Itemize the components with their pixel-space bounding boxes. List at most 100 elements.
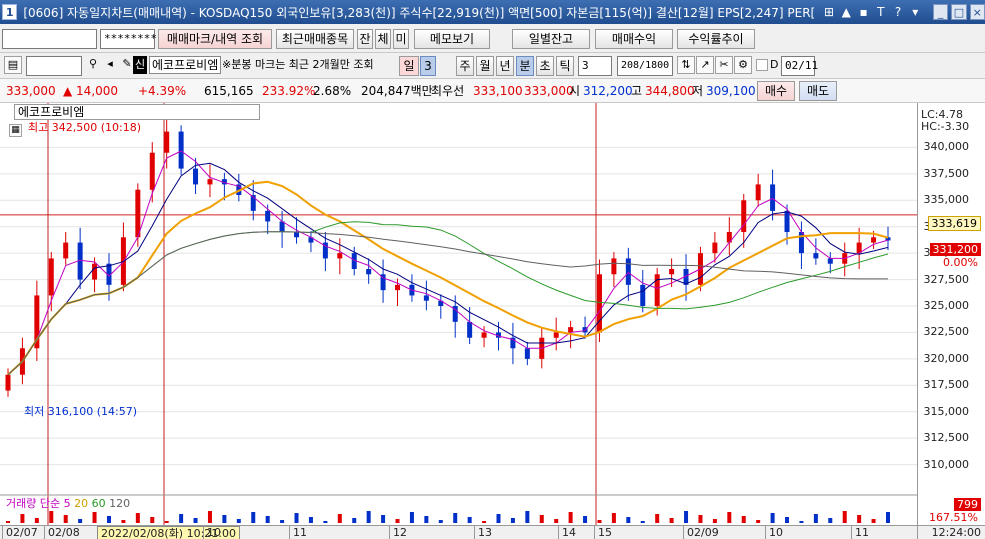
candle-body [193,168,199,185]
return-trend-button[interactable]: 수익률추이 [677,29,755,49]
candle-body [423,295,429,301]
stock-code-input[interactable] [26,56,82,76]
grid-icon[interactable]: ▦ [9,124,22,137]
date-checkbox[interactable] [756,59,768,71]
volume: 615,165 [204,84,254,98]
volume-bar [568,512,573,523]
chart-type-icon[interactable]: ▤ [4,56,22,74]
volume-ma60-legend: 60 [91,497,106,510]
volume-bar [323,521,328,523]
password-field[interactable]: ******** [100,29,157,49]
candle-body [553,332,559,338]
volume-bar [857,515,862,523]
price-change: ▲ 14,000 [63,84,119,98]
scissors-icon[interactable]: ✂ [715,56,733,74]
tab-unexecuted[interactable]: 미 [393,29,409,49]
candle-icon[interactable]: ⇅ [677,56,695,74]
data-count[interactable]: 208/1800 [617,56,673,76]
volume-bar [207,511,212,523]
period-day[interactable]: 일 [399,56,419,76]
square-icon[interactable]: ▪ [856,4,871,20]
period-week[interactable]: 주 [456,56,474,76]
volume-bar [467,517,472,523]
stock-toolbar: ▤ ⚲ ◂ ✎ 신 에코프로비엠 ※분봉 마크는 최근 2개월만 조회 일 3 … [0,53,985,79]
x-tick-label: 15 [594,526,612,539]
daily-balance-button[interactable]: 일별잔고 [512,29,590,49]
y-tick-label: 337,500 [923,166,970,180]
candle-body [366,269,372,275]
volume-legend: 거래량 단순 5 20 60 120 [6,495,130,511]
volume-bar [525,511,530,523]
price-chart[interactable] [0,103,917,525]
tab-executed[interactable]: 체 [375,29,391,49]
help-icon[interactable]: ? [890,4,905,20]
candle-body [827,258,833,264]
stock-name[interactable]: 에코프로비엠 [149,56,222,74]
volume-bar [539,515,544,523]
y-tick-label: 335,000 [923,193,970,207]
volume-bar [597,520,602,523]
candle-body [568,327,574,333]
period-tick[interactable]: 틱 [556,56,574,76]
high-label: 고 [631,84,643,98]
zoom-icon[interactable]: ↗ [696,56,714,74]
candle-body [135,189,141,238]
buy-button[interactable]: 매수 [757,81,795,101]
dropdown-icon[interactable]: ▾ [908,4,923,20]
quote-bar: 333,000 ▲ 14,000 +4.39% 615,165 233.92% … [0,79,985,103]
volume-bar [6,521,10,523]
volume-bar [799,521,804,523]
recent-items-button[interactable]: 최근매매종목 [276,29,354,49]
maximize-button[interactable]: □ [951,4,967,20]
minimize-button[interactable]: _ [932,4,949,20]
memo-button[interactable]: 메모보기 [414,29,490,49]
volume-bar [712,519,717,523]
font-icon[interactable]: T [873,4,888,20]
x-tick-label: 12 [389,526,407,539]
volume-bar [395,519,400,523]
period-day-count[interactable]: 3 [420,56,436,76]
candle-body [149,152,155,190]
settings-icon[interactable]: ⚙ [734,56,752,74]
volume-bar [482,521,487,523]
volume-bar [366,511,371,523]
candle-body [813,253,819,259]
period-minute[interactable]: 분 [516,56,534,76]
layout-icon[interactable]: ⊞ [821,4,836,20]
volume-bar [886,512,890,523]
candle-body [164,131,170,153]
period-year[interactable]: 년 [496,56,514,76]
tab-balance[interactable]: 잔 [357,29,373,49]
volume-bar [626,517,631,523]
chart-area[interactable] [0,103,985,539]
volume-bar [121,520,126,523]
speaker-icon[interactable]: ◂ [101,56,119,74]
sell-button[interactable]: 매도 [799,81,837,101]
account-input[interactable] [2,29,97,49]
volume-bar [294,513,299,523]
period-month[interactable]: 월 [476,56,494,76]
search-icon[interactable]: ⚲ [84,56,102,74]
candle-body [784,210,790,232]
x-tick-label: 02/07 [2,526,38,539]
volume-bar [193,518,198,523]
volume-ma20-legend: 20 [74,497,89,510]
candle-body [524,348,530,359]
candle-body [770,184,776,211]
account-toolbar: ******** 매매마크/내역 조회 최근매매종목 잔 체 미 메모보기 일별… [0,24,985,53]
date-input[interactable]: 02/11 [781,56,818,76]
close-button[interactable]: × [969,4,985,20]
period-second[interactable]: 초 [536,56,554,76]
volume-bar [135,513,140,523]
volume-bar [828,518,833,523]
candle-body [395,284,401,291]
up-icon[interactable]: ▲ [839,4,854,20]
interval-select[interactable]: 3 [578,56,612,76]
trade-amount: 204,847백만 [361,84,433,98]
date-checkbox-label: D [770,58,779,71]
open-label: 시 [569,84,581,98]
trade-mark-button[interactable]: 매매마크/내역 조회 [158,29,272,49]
window-number[interactable]: 1 [2,4,18,20]
trade-profit-button[interactable]: 매매수익 [595,29,673,49]
ask-price: 333,100 [473,84,523,98]
